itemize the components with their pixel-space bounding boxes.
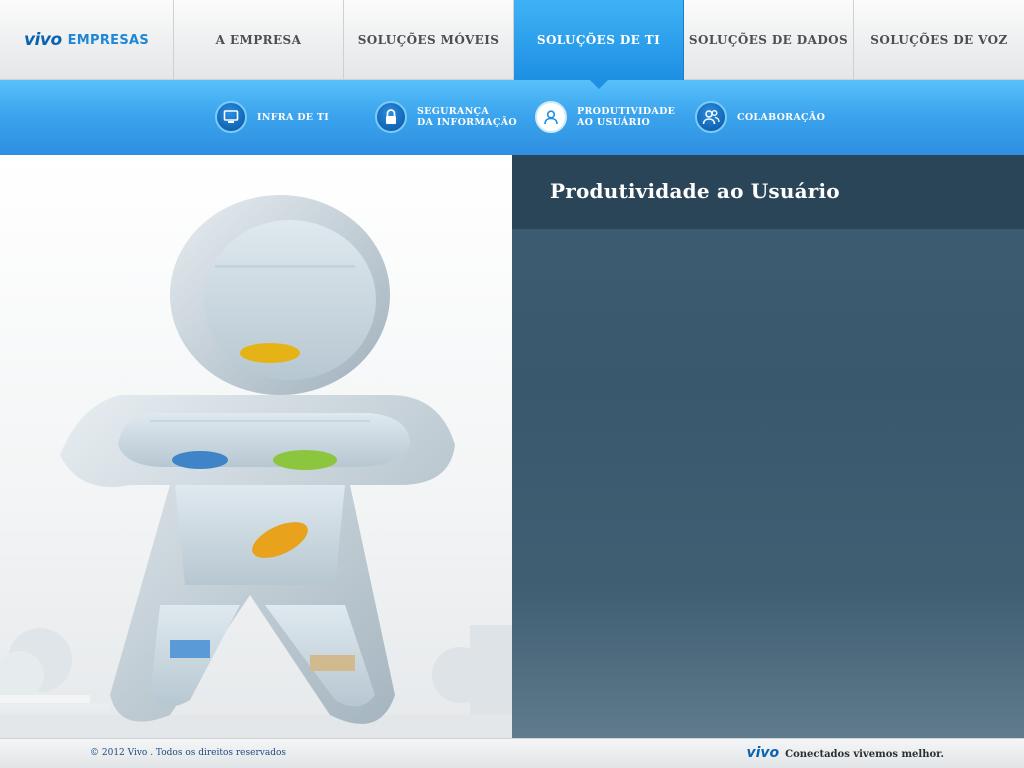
- active-tab-pointer: [590, 80, 608, 89]
- lock-icon: [375, 101, 407, 133]
- subnav-label-line2: DA INFORMAÇÃO: [417, 117, 517, 128]
- footer-tagline: vivo Conectados vivemos melhor.: [746, 745, 944, 761]
- vivo-empresas-logo[interactable]: vivo EMPRESAS: [0, 0, 174, 80]
- subnav-label-line1: COLABORAÇÃO: [737, 111, 826, 123]
- subnav-label-line1: PRODUTIVIDADE: [577, 106, 676, 117]
- hero-title-band: Produtividade ao Usuário: [512, 155, 1024, 229]
- hero-illustration: [0, 155, 512, 738]
- monitor-icon: [215, 101, 247, 133]
- footer-vivo-logo: vivo: [746, 745, 780, 761]
- nav-tab-solucoes-de-voz[interactable]: SOLUÇÕES DE VOZ: [854, 0, 1024, 80]
- footer: © 2012 Vivo . Todos os direitos reservad…: [0, 738, 1024, 768]
- footer-slogan: Conectados vivemos melhor.: [785, 749, 944, 760]
- subnav-item-produtividade[interactable]: PRODUTIVIDADE AO USUÁRIO: [535, 100, 675, 134]
- subnav-item-seguranca[interactable]: SEGURANÇA DA INFORMAÇÃO: [375, 100, 517, 134]
- subnav-label: SEGURANÇA DA INFORMAÇÃO: [417, 106, 517, 128]
- subnav-item-infra-de-ti[interactable]: INFRA DE TI: [215, 100, 329, 134]
- vivo-figure-building-illustration: [0, 195, 512, 738]
- subnav-item-colaboracao[interactable]: COLABORAÇÃO: [695, 100, 825, 134]
- logo-brand: vivo: [23, 30, 62, 50]
- hero-title: Produtividade ao Usuário: [550, 179, 840, 203]
- hero-section: Produtividade ao Usuário: [0, 155, 1024, 738]
- subnav-label: COLABORAÇÃO: [737, 112, 825, 123]
- subnav-label: INFRA DE TI: [257, 112, 329, 123]
- subnav-label-line1: SEGURANÇA: [417, 106, 490, 117]
- subnav-label: PRODUTIVIDADE AO USUÁRIO: [577, 106, 675, 128]
- top-navigation: vivo EMPRESAS A EMPRESA SOLUÇÕES MÓVEIS …: [0, 0, 1024, 80]
- nav-tab-solucoes-de-ti[interactable]: SOLUÇÕES DE TI: [514, 0, 684, 80]
- user-icon: [535, 101, 567, 133]
- subnav-label-line1: INFRA DE TI: [257, 111, 330, 123]
- group-icon: [695, 101, 727, 133]
- hero-info-panel: Produtividade ao Usuário: [512, 155, 1024, 738]
- nav-tab-solucoes-de-dados[interactable]: SOLUÇÕES DE DADOS: [684, 0, 854, 80]
- sub-navigation: INFRA DE TI SEGURANÇA DA INFORMAÇÃO PROD…: [0, 80, 1024, 155]
- subnav-label-line2: AO USUÁRIO: [577, 117, 651, 128]
- copyright-text: © 2012 Vivo . Todos os direitos reservad…: [90, 748, 286, 758]
- nav-tab-a-empresa[interactable]: A EMPRESA: [174, 0, 344, 80]
- logo-suffix: EMPRESAS: [67, 32, 150, 48]
- nav-tab-solucoes-moveis[interactable]: SOLUÇÕES MÓVEIS: [344, 0, 514, 80]
